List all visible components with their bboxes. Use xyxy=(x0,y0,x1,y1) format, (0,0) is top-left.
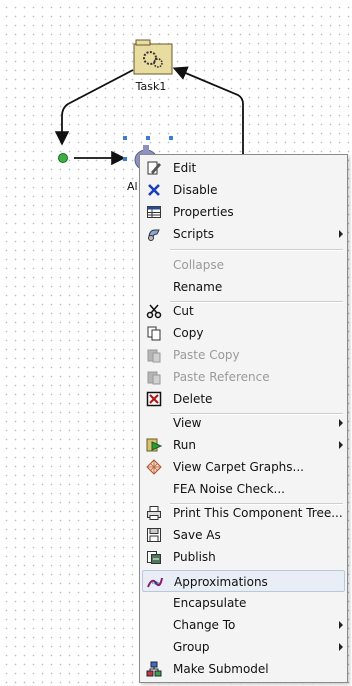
menu-item-view-carpet-graphs[interactable]: View Carpet Graphs... xyxy=(142,456,345,478)
menu-separator xyxy=(170,249,343,251)
context-menu: Edit Disable Properties Scripts Collapse… xyxy=(139,154,348,683)
start-node[interactable] xyxy=(58,153,68,163)
scissors-icon xyxy=(146,303,162,319)
printer-icon xyxy=(146,505,162,521)
submenu-arrow-icon xyxy=(339,621,343,629)
run-icon xyxy=(146,437,162,453)
scripts-icon xyxy=(146,226,162,242)
task-label: Task1 xyxy=(135,80,167,93)
menu-item-group[interactable]: Group xyxy=(142,636,345,658)
connector-component-to-task[interactable] xyxy=(172,66,244,154)
task-folder-icon[interactable] xyxy=(133,39,173,75)
submenu-arrow-icon xyxy=(339,230,343,238)
menu-item-delete[interactable]: Delete xyxy=(142,388,345,410)
menu-item-properties[interactable]: Properties xyxy=(142,201,345,223)
edit-icon xyxy=(146,160,162,176)
approximations-icon xyxy=(147,574,163,590)
paste-icon xyxy=(146,347,162,363)
component-label: Al xyxy=(127,180,138,193)
submenu-arrow-icon xyxy=(339,643,343,651)
publish-icon xyxy=(146,549,162,565)
menu-item-save-as[interactable]: Save As xyxy=(142,524,345,546)
delete-icon xyxy=(146,391,162,407)
menu-item-copy[interactable]: Copy xyxy=(142,322,345,344)
menu-item-paste-reference[interactable]: Paste Reference xyxy=(142,366,345,388)
menu-item-scripts[interactable]: Scripts xyxy=(142,223,345,245)
menu-item-fea-noise-check[interactable]: FEA Noise Check... xyxy=(142,478,345,500)
submodel-icon xyxy=(146,661,162,677)
properties-table-icon xyxy=(146,204,162,220)
menu-item-view[interactable]: View xyxy=(142,412,345,434)
menu-item-encapsulate[interactable]: Encapsulate xyxy=(142,592,345,614)
copy-icon xyxy=(146,325,162,341)
menu-item-disable[interactable]: Disable xyxy=(142,179,345,201)
carpet-graph-icon xyxy=(146,459,162,475)
menu-item-run[interactable]: Run xyxy=(142,434,345,456)
menu-item-rename[interactable]: Rename xyxy=(142,276,345,298)
menu-item-change-to[interactable]: Change To xyxy=(142,614,345,636)
paste-reference-icon xyxy=(146,369,162,385)
menu-item-edit[interactable]: Edit xyxy=(142,157,345,179)
menu-item-print-component-tree[interactable]: Print This Component Tree... xyxy=(142,502,345,524)
menu-item-cut[interactable]: Cut xyxy=(142,300,345,322)
disable-x-icon xyxy=(146,182,162,198)
menu-item-paste-copy[interactable]: Paste Copy xyxy=(142,344,345,366)
connector-task-to-start[interactable] xyxy=(54,69,134,146)
menu-item-approximations[interactable]: Approximations xyxy=(142,570,345,592)
menu-item-collapse[interactable]: Collapse xyxy=(142,254,345,276)
submenu-arrow-icon xyxy=(339,441,343,449)
menu-item-make-submodel[interactable]: Make Submodel xyxy=(142,658,345,680)
menu-item-publish[interactable]: Publish xyxy=(142,546,345,568)
save-icon xyxy=(146,527,162,543)
submenu-arrow-icon xyxy=(339,419,343,427)
